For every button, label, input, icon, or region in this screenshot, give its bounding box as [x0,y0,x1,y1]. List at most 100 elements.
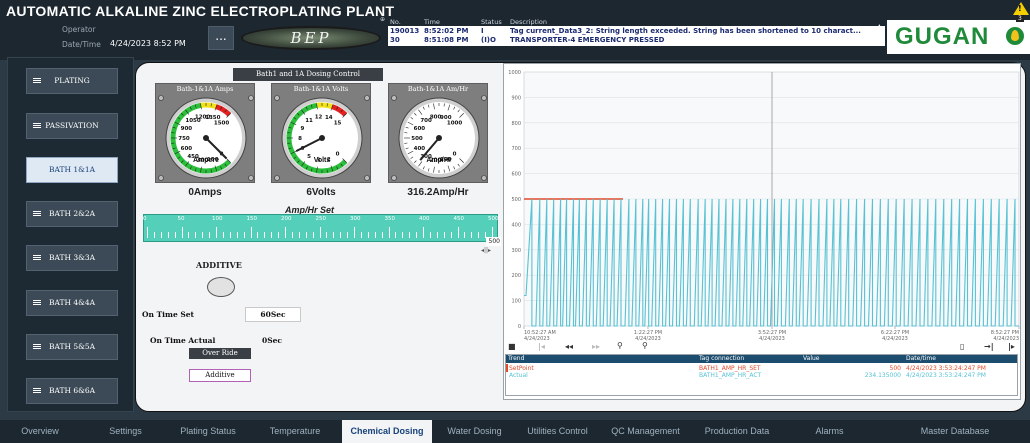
alarm-toggle-icon[interactable]: ⊕ [380,16,385,23]
slider-tick [374,232,376,238]
datetime-value: 4/24/2023 8:52 PM [110,39,186,48]
sidebar-item-bath-5-5a[interactable]: BATH 5&5A [26,334,118,360]
next-ruler-icon[interactable]: →| [984,342,994,351]
amp-hr-set-slider[interactable]: 0 50 100 150 200 250 300 350 400 450 500 [143,214,499,242]
slider-tick [305,232,307,238]
gauge-scale-label: 600 [414,126,426,132]
trend-table-header: Trend Tag connection Value Date/time [506,355,1017,363]
sidebar-item-bath-2-2a[interactable]: BATH 2&2A [26,201,118,227]
tab-utilities-control[interactable]: Utilities Control [515,420,600,443]
tab-water-dosing[interactable]: Water Dosing [437,420,512,443]
additive-button[interactable]: Additive [189,369,251,382]
gauge-title: Bath-1&1A Amps [176,85,234,93]
brand-name: GUGAN [895,23,990,50]
x-tick-date: 4/24/2023 [759,336,785,342]
gauge-title: Bath-1&1A Am/Hr [407,85,469,93]
slider-tick-label: 0 [143,216,147,222]
alarm-table[interactable]: No. Time Status Description 190013 8:52:… [388,18,885,46]
ruler-icon[interactable]: ▯ [960,342,964,351]
trend-tag: BATH1_AMP_HR_ACT [699,372,762,379]
zoom-out-icon[interactable]: ⚲ [642,341,648,350]
rewind-icon[interactable]: ◂◂ [565,342,573,351]
additive-indicator [207,277,235,297]
slider-tick [333,232,335,238]
slider-tick [429,232,431,238]
tab-production-data[interactable]: Production Data [692,420,782,443]
on-time-actual-label: On Time Actual [150,336,216,345]
sidebar-item-bath-3-3a[interactable]: BATH 3&3A [26,245,118,271]
tab-qc-management[interactable]: QC Management [603,420,688,443]
on-time-actual-value: 0Sec [262,336,282,345]
col-datetime: Date/time [906,355,936,362]
warning-mark: ! [1018,4,1022,13]
slider-tick [436,232,438,238]
gauge-scale-label: 15 [334,120,342,126]
slider-tick [416,232,418,238]
alarm-row[interactable]: 190013 8:52:02 PM I Tag current_Data3_2:… [388,27,885,36]
sidebar-item-label: BATH 4&4A [48,298,96,307]
sidebar-item-bath-1-1a[interactable]: BATH 1&1A [26,157,118,183]
tab-temperature[interactable]: Temperature [255,420,335,443]
alarm-scroll-arrows[interactable]: ▲ ▼ [877,22,882,42]
tab-chemical-dosing[interactable]: Chemical Dosing [342,420,432,443]
hmi-screen: AUTOMATIC ALKALINE ZINC ELECTROPLATING P… [0,0,1030,443]
more-button[interactable]: ... [208,26,234,50]
slider-tick [319,227,321,238]
trend-datetime: 4/24/2023 3:53:24:247 PM [906,365,986,372]
y-tick-label: 800 [511,121,521,127]
slider-tick [229,232,231,238]
alarm-status: I [481,27,484,35]
gauge-scale-label: 750 [178,136,190,142]
sidebar-item-bath-6-6a[interactable]: BATH 6&6A [26,378,118,404]
slider-tick-label: 150 [246,216,258,222]
tab-master-database[interactable]: Master Database [880,420,1030,443]
app-title: AUTOMATIC ALKALINE ZINC ELECTROPLATING P… [6,3,395,19]
slider-tick [450,232,452,238]
slider-tick-label: 300 [350,216,361,222]
trend-row-setpoint[interactable]: SetPoint BATH1_AMP_HR_SET 500 4/24/2023 … [506,365,1017,372]
sidebar-item-bath-4-4a[interactable]: BATH 4&4A [26,290,118,316]
slider-tick [174,232,176,238]
slider-tick [395,232,397,238]
alarm-col-no: No. [390,18,401,26]
y-tick-label: 300 [511,248,521,254]
alarm-row[interactable]: 30 8:51:08 PM (I)O TRANSPORTER-4 EMERGEN… [388,36,885,45]
sidebar-item-plating[interactable]: PLATING [26,68,118,94]
gugan-logo: GUGAN [887,20,1030,54]
slider-tick [457,227,459,238]
y-tick-label: 400 [511,222,521,228]
stop-icon[interactable]: ■ [508,342,516,351]
first-icon[interactable]: |◂ [538,342,545,351]
forward-icon[interactable]: ▸▸ [592,342,600,351]
gauge-unit: Volts [314,157,331,164]
amp-hr-set-value[interactable]: 500 [486,237,501,246]
trend-value: 500 [889,365,901,372]
slider-tick [291,232,293,238]
trend-chart[interactable]: 0100200300400500600700800900100010:52:27… [504,64,1022,401]
last-icon[interactable]: |▸ [1008,342,1015,351]
trend-legend-table[interactable]: Trend Tag connection Value Date/time Set… [505,354,1018,396]
trend-view[interactable]: 0 100 200 300 400 500 600 700 800 900 1000 10:52:27… [503,63,1021,400]
slider-tick [471,232,473,238]
zoom-in-icon[interactable]: ⚲ [617,341,623,350]
slider-tick-label: 350 [384,216,396,222]
override-button[interactable]: Over Ride [189,348,251,359]
tab-settings[interactable]: Settings [88,420,163,443]
alarm-time: 8:52:02 PM [424,27,469,35]
tab-alarms[interactable]: Alarms [787,420,872,443]
slider-tick [443,232,445,238]
slider-step-control[interactable]: ◂||▸ [481,247,491,254]
slider-tick [278,232,280,238]
trend-row-actual[interactable]: Actual BATH1_AMP_HR_ACT 234.135000 4/24/… [506,372,1017,379]
y-tick-label: 1000 [508,70,521,76]
on-time-set-input[interactable]: 60Sec [245,307,301,322]
tab-overview[interactable]: Overview [0,420,80,443]
sidebar-item-passivation[interactable]: PASSIVATION [26,113,118,139]
slider-tick-label: 50 [177,216,185,222]
slider-tick [209,232,211,238]
tab-plating-status[interactable]: Plating Status [168,420,248,443]
gauge-scale-label: 5 [307,154,311,160]
slider-tick [250,227,252,238]
sidebar-item-label: BATH 1&1A [48,165,96,174]
gauge-scale-label: 900 [181,126,193,132]
